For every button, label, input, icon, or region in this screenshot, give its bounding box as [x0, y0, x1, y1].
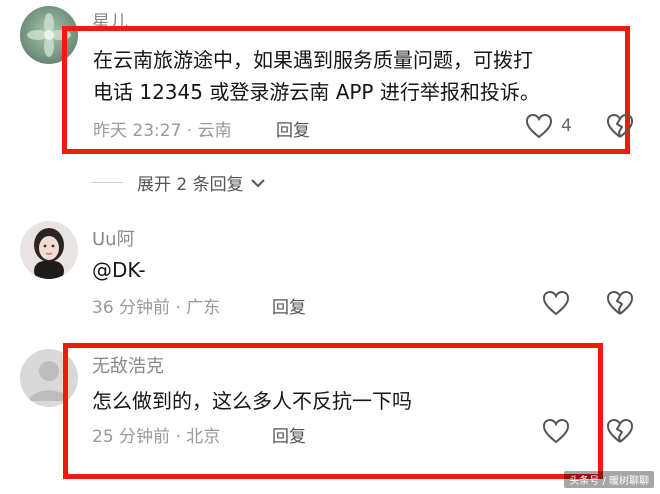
divider [91, 182, 123, 183]
comment-text: 电话 12345 或登录游云南 APP 进行举报和投诉。 [93, 80, 540, 104]
heart-icon [525, 113, 553, 139]
comment-text: @DK- [92, 258, 146, 282]
broken-heart-icon[interactable] [606, 290, 634, 316]
like-button[interactable]: 4 [525, 113, 572, 139]
broken-heart-icon[interactable] [606, 418, 634, 444]
comment-author[interactable]: Uu阿 [92, 225, 135, 251]
heart-icon[interactable] [542, 290, 570, 316]
like-count: 4 [561, 116, 572, 136]
expand-replies-button[interactable]: 展开 2 条回复 [91, 170, 266, 195]
chevron-down-icon [250, 177, 266, 189]
watermark: 头条号 / 暖树聊聊 [564, 471, 654, 488]
comment-time-location: 25 分钟前 · 北京 [92, 427, 221, 447]
user-photo-icon [34, 228, 64, 279]
reply-button[interactable]: 回复 [272, 293, 306, 318]
reply-button[interactable]: 回复 [276, 116, 310, 141]
comment-time-location: 昨天 23:27 · 云南 [93, 121, 232, 141]
comment-text: 怎么做到的，这么多人不反抗一下吗 [92, 389, 412, 413]
heart-icon[interactable] [542, 418, 570, 444]
comment-text: 在云南旅游途中，如果遇到服务质量问题，可拨打 [93, 48, 533, 72]
expand-replies-label: 展开 2 条回复 [137, 175, 244, 195]
comment-time-location: 36 分钟前 · 广东 [92, 298, 221, 318]
broken-heart-icon[interactable] [606, 113, 634, 139]
avatar[interactable] [20, 221, 78, 279]
reply-button[interactable]: 回复 [272, 422, 306, 447]
